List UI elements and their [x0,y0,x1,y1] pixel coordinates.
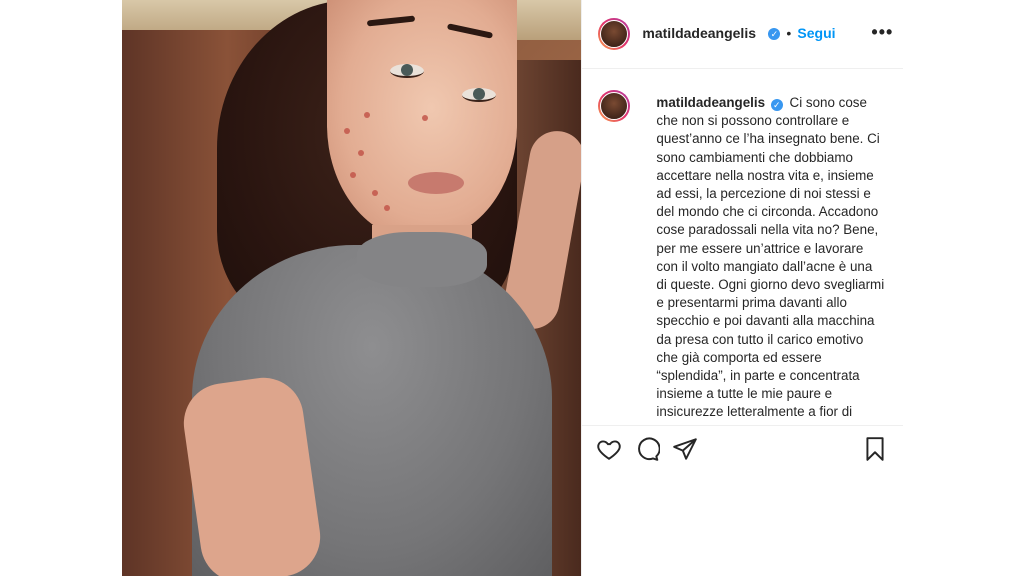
photo-eye-right [462,88,496,102]
photo-eye-left [390,64,424,78]
post-side-panel: matildadeangelis ✓ • Segui ••• matildade… [581,0,904,576]
separator-dot: • [786,25,792,41]
caption-avatar[interactable] [598,90,631,122]
avatar[interactable] [598,18,631,50]
photo-blemish [372,190,378,196]
caption-area: matildadeangelis ✓ Ci sono cose che non … [582,80,903,422]
action-bar [582,425,904,474]
photo-blemish [422,115,428,121]
post-photo[interactable] [122,0,582,576]
photo-blemish [350,172,356,178]
caption-username[interactable]: matildadeangelis [656,95,765,110]
share-icon[interactable] [672,436,698,462]
bookmark-icon[interactable] [862,436,888,462]
caption-text: matildadeangelis ✓ Ci sono cose che non … [656,94,886,422]
photo-collar [357,232,487,287]
photo-blemish [384,205,390,211]
post-header: matildadeangelis ✓ • Segui ••• [582,0,904,69]
more-options-button[interactable]: ••• [871,22,893,43]
photo-lips [408,172,464,194]
header-username[interactable]: matildadeangelis [642,25,756,41]
photo-blemish [364,112,370,118]
photo-blemish [344,128,350,134]
follow-button[interactable]: Segui [797,25,835,41]
caption-verified-badge-icon: ✓ [770,99,783,111]
instagram-post: matildadeangelis ✓ • Segui ••• matildade… [122,0,904,576]
verified-badge-icon: ✓ [768,28,781,40]
heart-icon[interactable] [596,436,622,462]
caption-body: Ci sono cose che non si possono controll… [656,95,885,420]
photo-blemish [358,150,364,156]
comment-icon[interactable] [634,436,662,462]
